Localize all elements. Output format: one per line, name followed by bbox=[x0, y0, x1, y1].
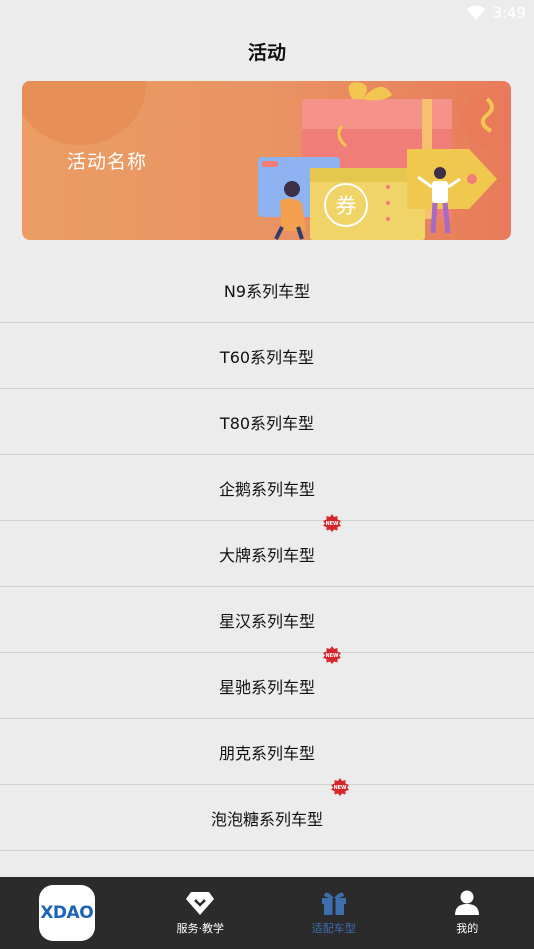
tab-compatible-models[interactable]: 适配车型 bbox=[267, 877, 401, 949]
new-badge-text: NEW bbox=[325, 521, 339, 527]
screen: 3:49 活动 活动名称 券 N9系列车型 T60系列车型 T80系列车型 企鹅… bbox=[0, 0, 534, 949]
series-row-label: T80系列车型 bbox=[219, 413, 315, 433]
new-badge-icon: NEW bbox=[323, 645, 341, 664]
series-row[interactable]: 星驰系列车型 NEW bbox=[0, 645, 534, 719]
series-row-label-wrap: 星驰系列车型 NEW bbox=[218, 645, 341, 698]
tab-mine[interactable]: 我的 bbox=[401, 877, 534, 949]
wifi-icon bbox=[466, 5, 486, 20]
banner-illustration: 券 bbox=[258, 82, 511, 240]
series-row-label-wrap: 企鹅系列车型 bbox=[219, 476, 315, 500]
series-row-label: 朋克系列车型 bbox=[218, 743, 315, 763]
series-row[interactable]: 泡泡糖系列车型 NEW bbox=[0, 777, 534, 851]
logo-text: XDAO bbox=[40, 903, 94, 923]
banner-decor-circle bbox=[22, 81, 146, 145]
series-row-label-wrap: 朋克系列车型 bbox=[219, 740, 315, 764]
series-row-label: 星汉系列车型 bbox=[218, 611, 315, 631]
series-row-label: 泡泡糖系列车型 bbox=[210, 809, 323, 829]
bottom-tab-bar: XDAO 服务·教学 适配车型 我的 bbox=[0, 877, 534, 949]
series-row-label-wrap: 星汉系列车型 bbox=[219, 608, 315, 632]
series-row-label: N9系列车型 bbox=[223, 281, 311, 301]
status-time: 3:49 bbox=[492, 4, 526, 22]
series-row[interactable]: N9系列车型 bbox=[0, 257, 534, 323]
series-row-label: 企鹅系列车型 bbox=[218, 479, 315, 499]
new-badge-text: NEW bbox=[333, 785, 347, 791]
new-badge-icon: NEW bbox=[323, 513, 341, 532]
series-row[interactable]: 朋克系列车型 bbox=[0, 719, 534, 785]
xdao-logo: XDAO bbox=[38, 885, 95, 941]
series-row[interactable]: T80系列车型 bbox=[0, 389, 534, 455]
coupon-char: 券 bbox=[336, 194, 357, 218]
tab-label-mine: 我的 bbox=[456, 922, 479, 935]
gift-icon bbox=[321, 892, 346, 915]
status-indicators: 3:49 bbox=[466, 4, 526, 22]
series-row-label-wrap: N9系列车型 bbox=[224, 278, 310, 302]
page-title: 活动 bbox=[247, 42, 286, 64]
series-row-label: 星驰系列车型 bbox=[218, 677, 315, 697]
series-row-label-wrap: 大牌系列车型 NEW bbox=[218, 513, 341, 566]
series-row[interactable]: 企鹅系列车型 bbox=[0, 455, 534, 521]
series-row[interactable]: 大牌系列车型 NEW bbox=[0, 513, 534, 587]
activity-banner[interactable]: 活动名称 券 bbox=[22, 81, 511, 240]
tab-label-service: 服务·教学 bbox=[176, 922, 225, 935]
banner-activity-name: 活动名称 bbox=[67, 151, 148, 173]
new-badge-icon: NEW bbox=[331, 777, 349, 796]
diamond-icon bbox=[186, 892, 215, 915]
series-row[interactable]: 星汉系列车型 bbox=[0, 587, 534, 653]
series-row-label: 大牌系列车型 bbox=[218, 545, 315, 565]
status-bar: 3:49 bbox=[0, 0, 534, 28]
series-row-label-wrap: 泡泡糖系列车型 NEW bbox=[210, 777, 349, 830]
person-icon bbox=[455, 890, 480, 915]
series-row-label: T60系列车型 bbox=[219, 347, 315, 367]
series-row[interactable]: T60系列车型 bbox=[0, 323, 534, 389]
series-list: N9系列车型 T60系列车型 T80系列车型 企鹅系列车型 大牌系列车型 NEW 星汉系列车… bbox=[0, 257, 534, 891]
tab-service-teaching[interactable]: 服务·教学 bbox=[134, 877, 268, 949]
tab-home-logo[interactable]: XDAO bbox=[0, 877, 134, 949]
new-badge-text: NEW bbox=[325, 653, 339, 659]
series-row-label-wrap: T80系列车型 bbox=[220, 410, 314, 434]
tab-label-models: 适配车型 bbox=[311, 922, 356, 935]
series-row-label-wrap: T60系列车型 bbox=[220, 344, 314, 368]
